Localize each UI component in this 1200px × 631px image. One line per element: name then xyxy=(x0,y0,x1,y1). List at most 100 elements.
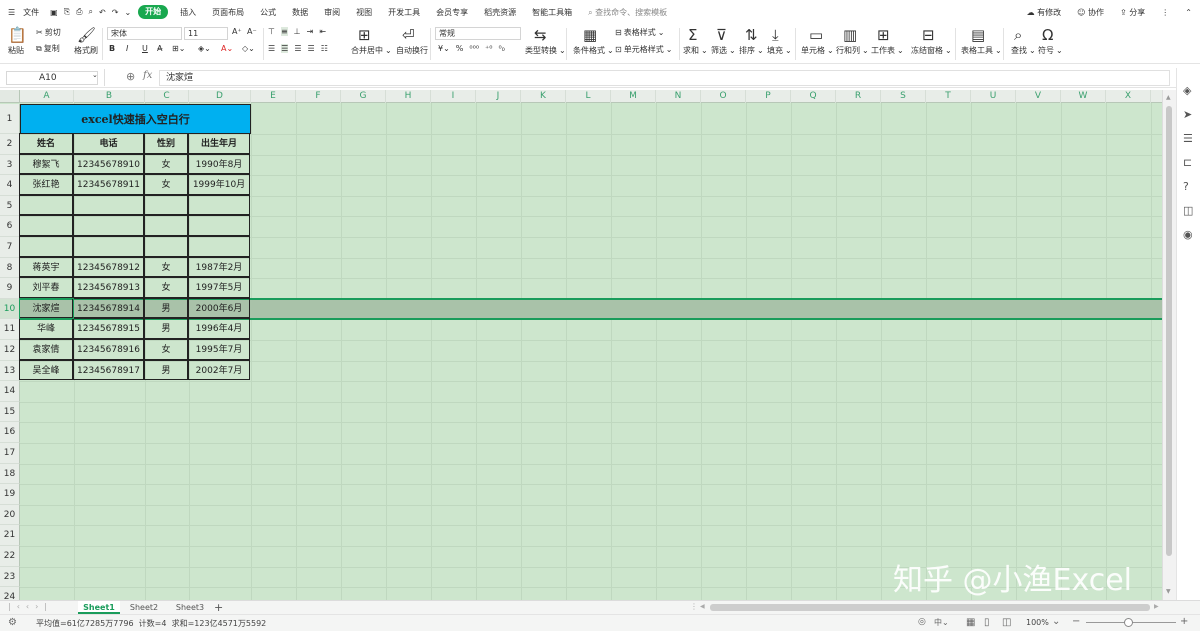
column-header-Q[interactable]: Q xyxy=(791,90,836,103)
input-mode-icon[interactable]: 中⌄ xyxy=(934,617,949,628)
row-header-5[interactable]: 5 xyxy=(0,195,20,217)
more-icon[interactable]: ⌄ xyxy=(121,8,134,17)
percent-icon[interactable]: % xyxy=(456,44,464,53)
row-header-24[interactable]: 24 xyxy=(0,587,20,600)
changes-button[interactable]: ☁ 有修改 xyxy=(1019,7,1070,18)
fill-button[interactable]: ⤓ xyxy=(772,27,779,43)
spreadsheet-grid[interactable]: ABCDEFGHIJKLMNOPQRSTUVWX 1 2 3 4 5 6 7 8 9 10 11 12… xyxy=(0,90,1162,600)
tab-data[interactable]: 数据 xyxy=(284,7,316,18)
strike-button[interactable]: A̶ xyxy=(157,44,162,53)
cond-format-label[interactable]: 条件格式 ⌄ xyxy=(573,45,614,56)
table-cell[interactable]: 12345678912 xyxy=(73,256,144,278)
table-cell[interactable]: 1997年5月 xyxy=(188,277,250,298)
table-cell[interactable]: 1990年8月 xyxy=(188,153,250,175)
scroll-down-icon[interactable]: ▼ xyxy=(1166,588,1171,595)
settings-sliders-icon[interactable]: ☰ xyxy=(1183,132,1193,145)
column-header-C[interactable]: C xyxy=(145,90,189,103)
cell-button[interactable]: ▭ xyxy=(809,27,823,43)
thousands-icon[interactable]: ⁰⁰⁰ xyxy=(469,44,479,53)
table-cell[interactable] xyxy=(73,194,144,216)
table-cell[interactable]: 张红艳 xyxy=(19,174,73,195)
help-icon[interactable]: ? xyxy=(1183,180,1189,193)
column-header-O[interactable]: O xyxy=(701,90,746,103)
table-cell[interactable]: 蒋英宇 xyxy=(19,256,73,278)
table-cell[interactable]: 12345678915 xyxy=(73,318,144,339)
table-cell[interactable]: 12345678914 xyxy=(73,297,144,319)
column-header-J[interactable]: J xyxy=(476,90,521,103)
zoom-level[interactable]: 100% xyxy=(1026,618,1049,627)
column-header-M[interactable]: M xyxy=(611,90,656,103)
table-cell[interactable]: 刘平春 xyxy=(19,277,73,298)
fx-icon[interactable]: fx xyxy=(143,70,152,81)
table-cell[interactable]: 12345678913 xyxy=(73,277,144,298)
bold-button[interactable]: B xyxy=(109,44,115,53)
align-middle-icon[interactable]: ≡ xyxy=(280,27,288,36)
scroll-left-icon[interactable]: ◀ xyxy=(700,603,705,610)
table-cell[interactable] xyxy=(144,215,188,236)
row-header-23[interactable]: 23 xyxy=(0,566,20,588)
table-cell[interactable]: 1987年2月 xyxy=(188,256,250,278)
table-header-cell[interactable]: 电话 xyxy=(73,133,144,154)
table-cell[interactable]: 女 xyxy=(144,256,188,278)
table-cell[interactable] xyxy=(73,215,144,236)
table-cell[interactable]: 1996年4月 xyxy=(188,318,250,339)
zoom-slider-knob[interactable] xyxy=(1124,618,1133,627)
tab-formula[interactable]: 公式 xyxy=(252,7,284,18)
row-header-18[interactable]: 18 xyxy=(0,463,20,485)
column-header-B[interactable]: B xyxy=(74,90,145,103)
column-header-S[interactable]: S xyxy=(881,90,926,103)
location-icon[interactable]: ◉ xyxy=(1183,228,1193,241)
clear-button[interactable]: ◇⌄ xyxy=(242,44,255,53)
filter-button[interactable]: ⊽ xyxy=(716,27,727,43)
symbol-label[interactable]: 符号 ⌄ xyxy=(1038,45,1063,56)
tab-resources[interactable]: 稻壳资源 xyxy=(476,7,524,18)
row-header-21[interactable]: 21 xyxy=(0,525,20,546)
row-header-2[interactable]: 2 xyxy=(0,134,20,155)
border-button[interactable]: ⊞⌄ xyxy=(172,44,185,53)
scroll-up-icon[interactable]: ▲ xyxy=(1166,94,1171,101)
align-left-icon[interactable]: ☰ xyxy=(268,44,275,53)
format-painter-button[interactable]: 🖌 xyxy=(77,27,96,43)
tab-view[interactable]: 视图 xyxy=(348,7,380,18)
row-col-button[interactable]: ▥ xyxy=(843,27,857,43)
column-header-N[interactable]: N xyxy=(656,90,701,103)
worksheet-button[interactable]: ⊞ xyxy=(877,27,890,43)
table-cell[interactable]: 女 xyxy=(144,277,188,298)
column-header-A[interactable]: A xyxy=(20,90,74,103)
zoom-plus-icon[interactable]: + xyxy=(1180,616,1188,627)
table-cell[interactable]: 1995年7月 xyxy=(188,339,250,360)
row-header-13[interactable]: 13 xyxy=(0,360,20,382)
align-center-icon[interactable]: ☰ xyxy=(281,44,289,53)
currency-icon[interactable]: ¥⌄ xyxy=(438,44,450,53)
page-break-view-icon[interactable]: ◫ xyxy=(1002,617,1011,628)
table-header-cell[interactable]: 出生年月 xyxy=(188,133,250,154)
collab-button[interactable]: ☺ 协作 xyxy=(1069,7,1112,18)
sheet-nav-icons[interactable]: |‹‹›| xyxy=(8,602,53,611)
share-button[interactable]: ⇪ 分享 xyxy=(1112,7,1153,18)
row-header-3[interactable]: 3 xyxy=(0,154,20,176)
column-header-G[interactable]: G xyxy=(341,90,386,103)
column-header-P[interactable]: P xyxy=(746,90,791,103)
copy-button[interactable]: ⧉ 复制 xyxy=(36,43,60,54)
zoom-minus-icon[interactable]: − xyxy=(1072,616,1080,627)
table-cell[interactable]: 袁家倩 xyxy=(19,339,73,360)
add-sheet-icon[interactable]: + xyxy=(214,601,223,614)
distribute-icon[interactable]: ☷ xyxy=(321,44,328,53)
tab-page-layout[interactable]: 页面布局 xyxy=(204,7,252,18)
table-cell[interactable] xyxy=(19,236,73,257)
table-cell[interactable]: 华峰 xyxy=(19,318,73,339)
fill-color-button[interactable]: ◈⌄ xyxy=(198,44,211,53)
table-cell[interactable]: 1999年10月 xyxy=(188,174,250,195)
row-header-1[interactable]: 1 xyxy=(0,104,20,134)
font-grow-button[interactable]: A⁺ xyxy=(232,27,242,36)
cond-format-button[interactable]: ▦ xyxy=(583,27,597,43)
table-header-cell[interactable]: 性别 xyxy=(144,133,188,154)
paste-label[interactable]: 粘贴 xyxy=(8,45,24,56)
find-button[interactable]: ⌕ xyxy=(1014,27,1022,43)
row-header-6[interactable]: 6 xyxy=(0,216,20,237)
tab-home[interactable]: 开始 xyxy=(138,5,169,19)
sum-button[interactable]: Σ xyxy=(688,27,697,43)
table-cell[interactable]: 男 xyxy=(144,359,188,381)
symbol-button[interactable]: Ω xyxy=(1042,27,1053,43)
horizontal-scroll-thumb[interactable] xyxy=(710,604,1150,611)
